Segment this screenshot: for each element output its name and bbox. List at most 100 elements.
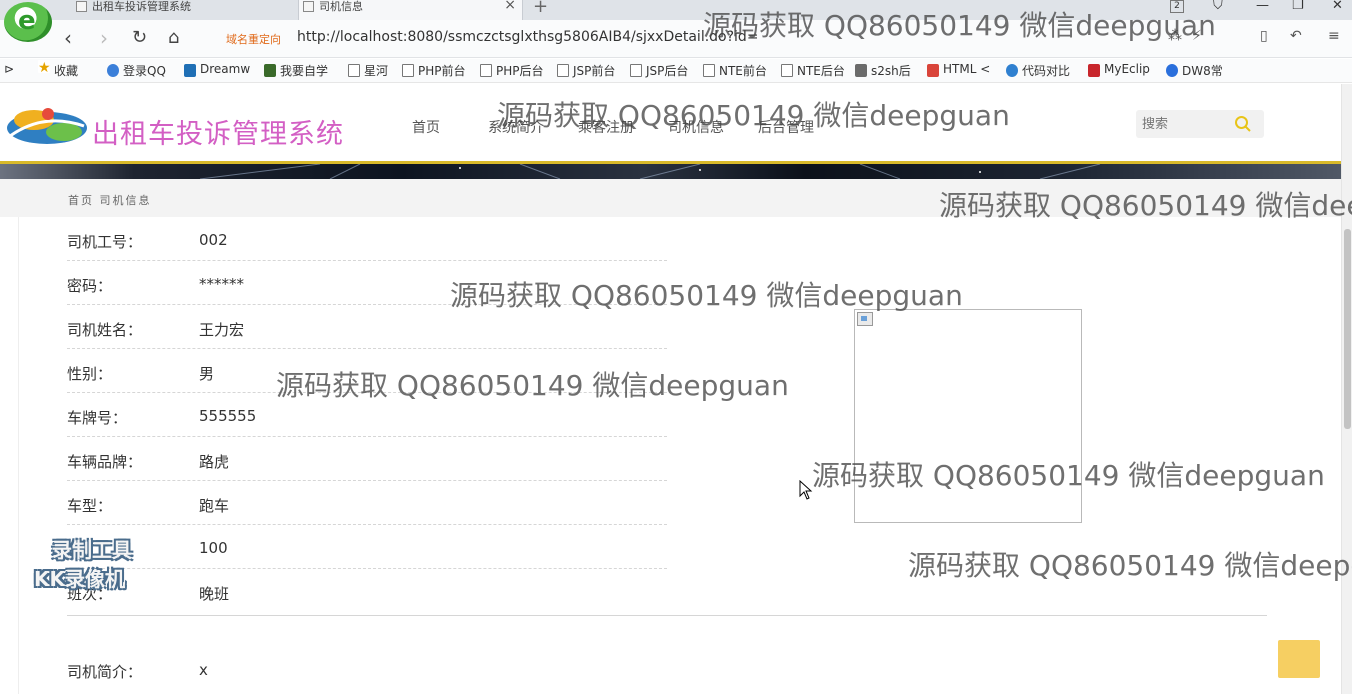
bookmark-label: PHP后台 — [496, 64, 544, 78]
browser-tabbar: 出租车投诉管理系统 司机信息 × + 2 ⛉ — ❐ ✕ — [0, 0, 1352, 20]
driver-detail-panel: 司机工号： 002 密码： ****** 司机姓名： 王力宏 性别： 男 车牌号… — [18, 217, 1341, 694]
compare-icon — [1006, 64, 1018, 77]
bookmark-item[interactable]: JSP后台 — [630, 62, 688, 79]
recorder-line-2: KK录像机 — [34, 567, 125, 591]
page-icon — [557, 64, 569, 77]
bookmark-label: JSP前台 — [573, 64, 616, 78]
bookmark-item[interactable]: DW8常 — [1166, 62, 1223, 79]
detail-row-driver-id: 司机工号： 002 — [67, 217, 667, 261]
bookmark-item[interactable]: NTE前台 — [703, 62, 767, 79]
speed-mode-icon[interactable]: ⚡ — [1192, 28, 1202, 44]
bookmark-item[interactable]: HTML < — [927, 62, 991, 77]
sidebar-toggle-icon[interactable]: ⊳ — [4, 62, 14, 76]
bookmark-item[interactable]: PHP后台 — [480, 62, 544, 79]
detail-row-plate-number: 车牌号： 555555 — [67, 393, 667, 437]
menu-icon[interactable]: ≡ — [1328, 28, 1340, 44]
search-box — [1136, 110, 1264, 138]
bookmark-favorites[interactable]: ★ 收藏 — [38, 60, 78, 79]
undo-icon[interactable]: ↶ — [1290, 28, 1302, 44]
search-input[interactable] — [1142, 114, 1232, 134]
bookmark-label: s2sh后 — [871, 64, 911, 78]
field-value: 路虎 — [199, 453, 230, 471]
page-icon — [781, 64, 793, 77]
bookmark-item[interactable]: 代码对比 — [1006, 62, 1070, 79]
field-value: 跑车 — [199, 497, 230, 515]
field-value: x — [199, 661, 208, 679]
shirt-skin-icon[interactable]: ⛉ — [1213, 0, 1223, 13]
detail-row-password: 密码： ****** — [67, 261, 667, 305]
page-favicon-icon — [76, 1, 87, 12]
tab-complaint-system[interactable]: 出租车投诉管理系统 — [72, 0, 287, 20]
page-scrollbar[interactable] — [1341, 84, 1352, 694]
phone-icon[interactable]: ▯ — [1260, 28, 1268, 44]
back-to-top-button[interactable] — [1278, 640, 1320, 678]
bookmark-item[interactable]: Dreamw — [184, 62, 251, 77]
menu-system-intro[interactable]: 系统简介 — [488, 117, 544, 137]
apps-icon[interactable]: ⁂ — [1168, 28, 1182, 44]
search-icon[interactable] — [1234, 115, 1252, 133]
bookmark-item[interactable]: 我要自学 — [264, 62, 328, 79]
dreamweaver-icon — [184, 64, 196, 77]
bookmark-item[interactable]: 登录QQ — [107, 62, 166, 79]
header-banner-image — [0, 164, 1341, 179]
field-value: 晚班 — [199, 585, 230, 603]
close-window-icon[interactable]: ✕ — [1332, 0, 1343, 13]
bookmark-item[interactable]: PHP前台 — [402, 62, 466, 79]
bookmark-item[interactable]: JSP前台 — [557, 62, 615, 79]
driver-photo — [854, 309, 1082, 523]
bookmark-label: HTML < — [943, 62, 991, 76]
refresh-icon[interactable]: ↻ — [132, 26, 147, 50]
bookmark-label: MyEclip — [1104, 62, 1150, 76]
tab-title: 出租车投诉管理系统 — [92, 0, 191, 13]
back-icon[interactable]: ‹ — [64, 26, 72, 50]
menu-home[interactable]: 首页 — [412, 117, 440, 137]
field-value: 男 — [199, 365, 215, 383]
new-tab-button[interactable]: + — [533, 0, 548, 17]
image-icon — [855, 64, 867, 77]
field-value: 555555 — [199, 407, 257, 425]
browser-navbar: ‹ › ↻ ⌂ 域名重定向 http://localhost:8080/ssmc… — [0, 20, 1352, 58]
qq-icon — [107, 64, 119, 77]
scrollbar-thumb[interactable] — [1344, 229, 1351, 429]
field-label: 车牌号： — [67, 409, 128, 427]
field-label: 司机姓名： — [67, 321, 143, 339]
forward-icon[interactable]: › — [100, 26, 108, 50]
menu-passenger-register[interactable]: 乘客注册 — [578, 117, 634, 137]
page-favicon-icon — [303, 1, 314, 12]
bookmark-label: Dreamw — [200, 62, 251, 76]
bookmark-label: 代码对比 — [1022, 64, 1071, 78]
field-label: 车辆品牌： — [67, 453, 143, 471]
tab-close-icon[interactable]: × — [504, 0, 516, 12]
minimize-icon[interactable]: — — [1256, 0, 1269, 13]
address-bar[interactable]: http://localhost:8080/ssmczctsglxthsg580… — [297, 29, 757, 45]
bookmark-item[interactable]: s2sh后 — [855, 62, 911, 79]
home-icon[interactable]: ⌂ — [168, 26, 179, 50]
field-value: 100 — [199, 539, 228, 557]
browser-logo-icon: e — [4, 2, 52, 42]
site-title: 出租车投诉管理系统 — [92, 119, 344, 150]
detail-row-vehicle-model: 车型： 跑车 — [67, 481, 667, 525]
page-icon — [480, 64, 492, 77]
page-viewport: 出租车投诉管理系统 首页 系统简介 乘客注册 司机信息 后台管理 首页 司机信息… — [0, 84, 1341, 694]
detail-row-driver-name: 司机姓名： 王力宏 — [67, 305, 667, 349]
field-label: 司机简介： — [67, 663, 143, 681]
site-header: 出租车投诉管理系统 首页 系统简介 乘客注册 司机信息 后台管理 — [0, 84, 1341, 164]
mouse-cursor-icon — [799, 480, 813, 500]
myeclipse-icon — [1088, 64, 1100, 77]
page-icon — [402, 64, 414, 77]
page-icon — [703, 64, 715, 77]
field-label: 密码： — [67, 277, 113, 295]
bookmark-label: JSP后台 — [646, 64, 689, 78]
baidu-paw-icon — [1166, 64, 1178, 77]
bookmark-label: NTE前台 — [719, 64, 767, 78]
bookmark-item[interactable]: NTE后台 — [781, 62, 845, 79]
field-label: 车型： — [67, 497, 113, 515]
bookmark-item[interactable]: MyEclip — [1088, 62, 1150, 77]
tab-driver-info[interactable]: 司机信息 × — [298, 0, 523, 20]
detail-row-driver-bio: 司机简介： x — [67, 647, 667, 687]
bookmark-item[interactable]: 星河 — [348, 62, 388, 79]
section-divider — [67, 615, 1267, 616]
restore-icon[interactable]: ❐ — [1292, 0, 1304, 13]
menu-admin[interactable]: 后台管理 — [758, 117, 814, 137]
menu-driver-info[interactable]: 司机信息 — [668, 117, 724, 137]
